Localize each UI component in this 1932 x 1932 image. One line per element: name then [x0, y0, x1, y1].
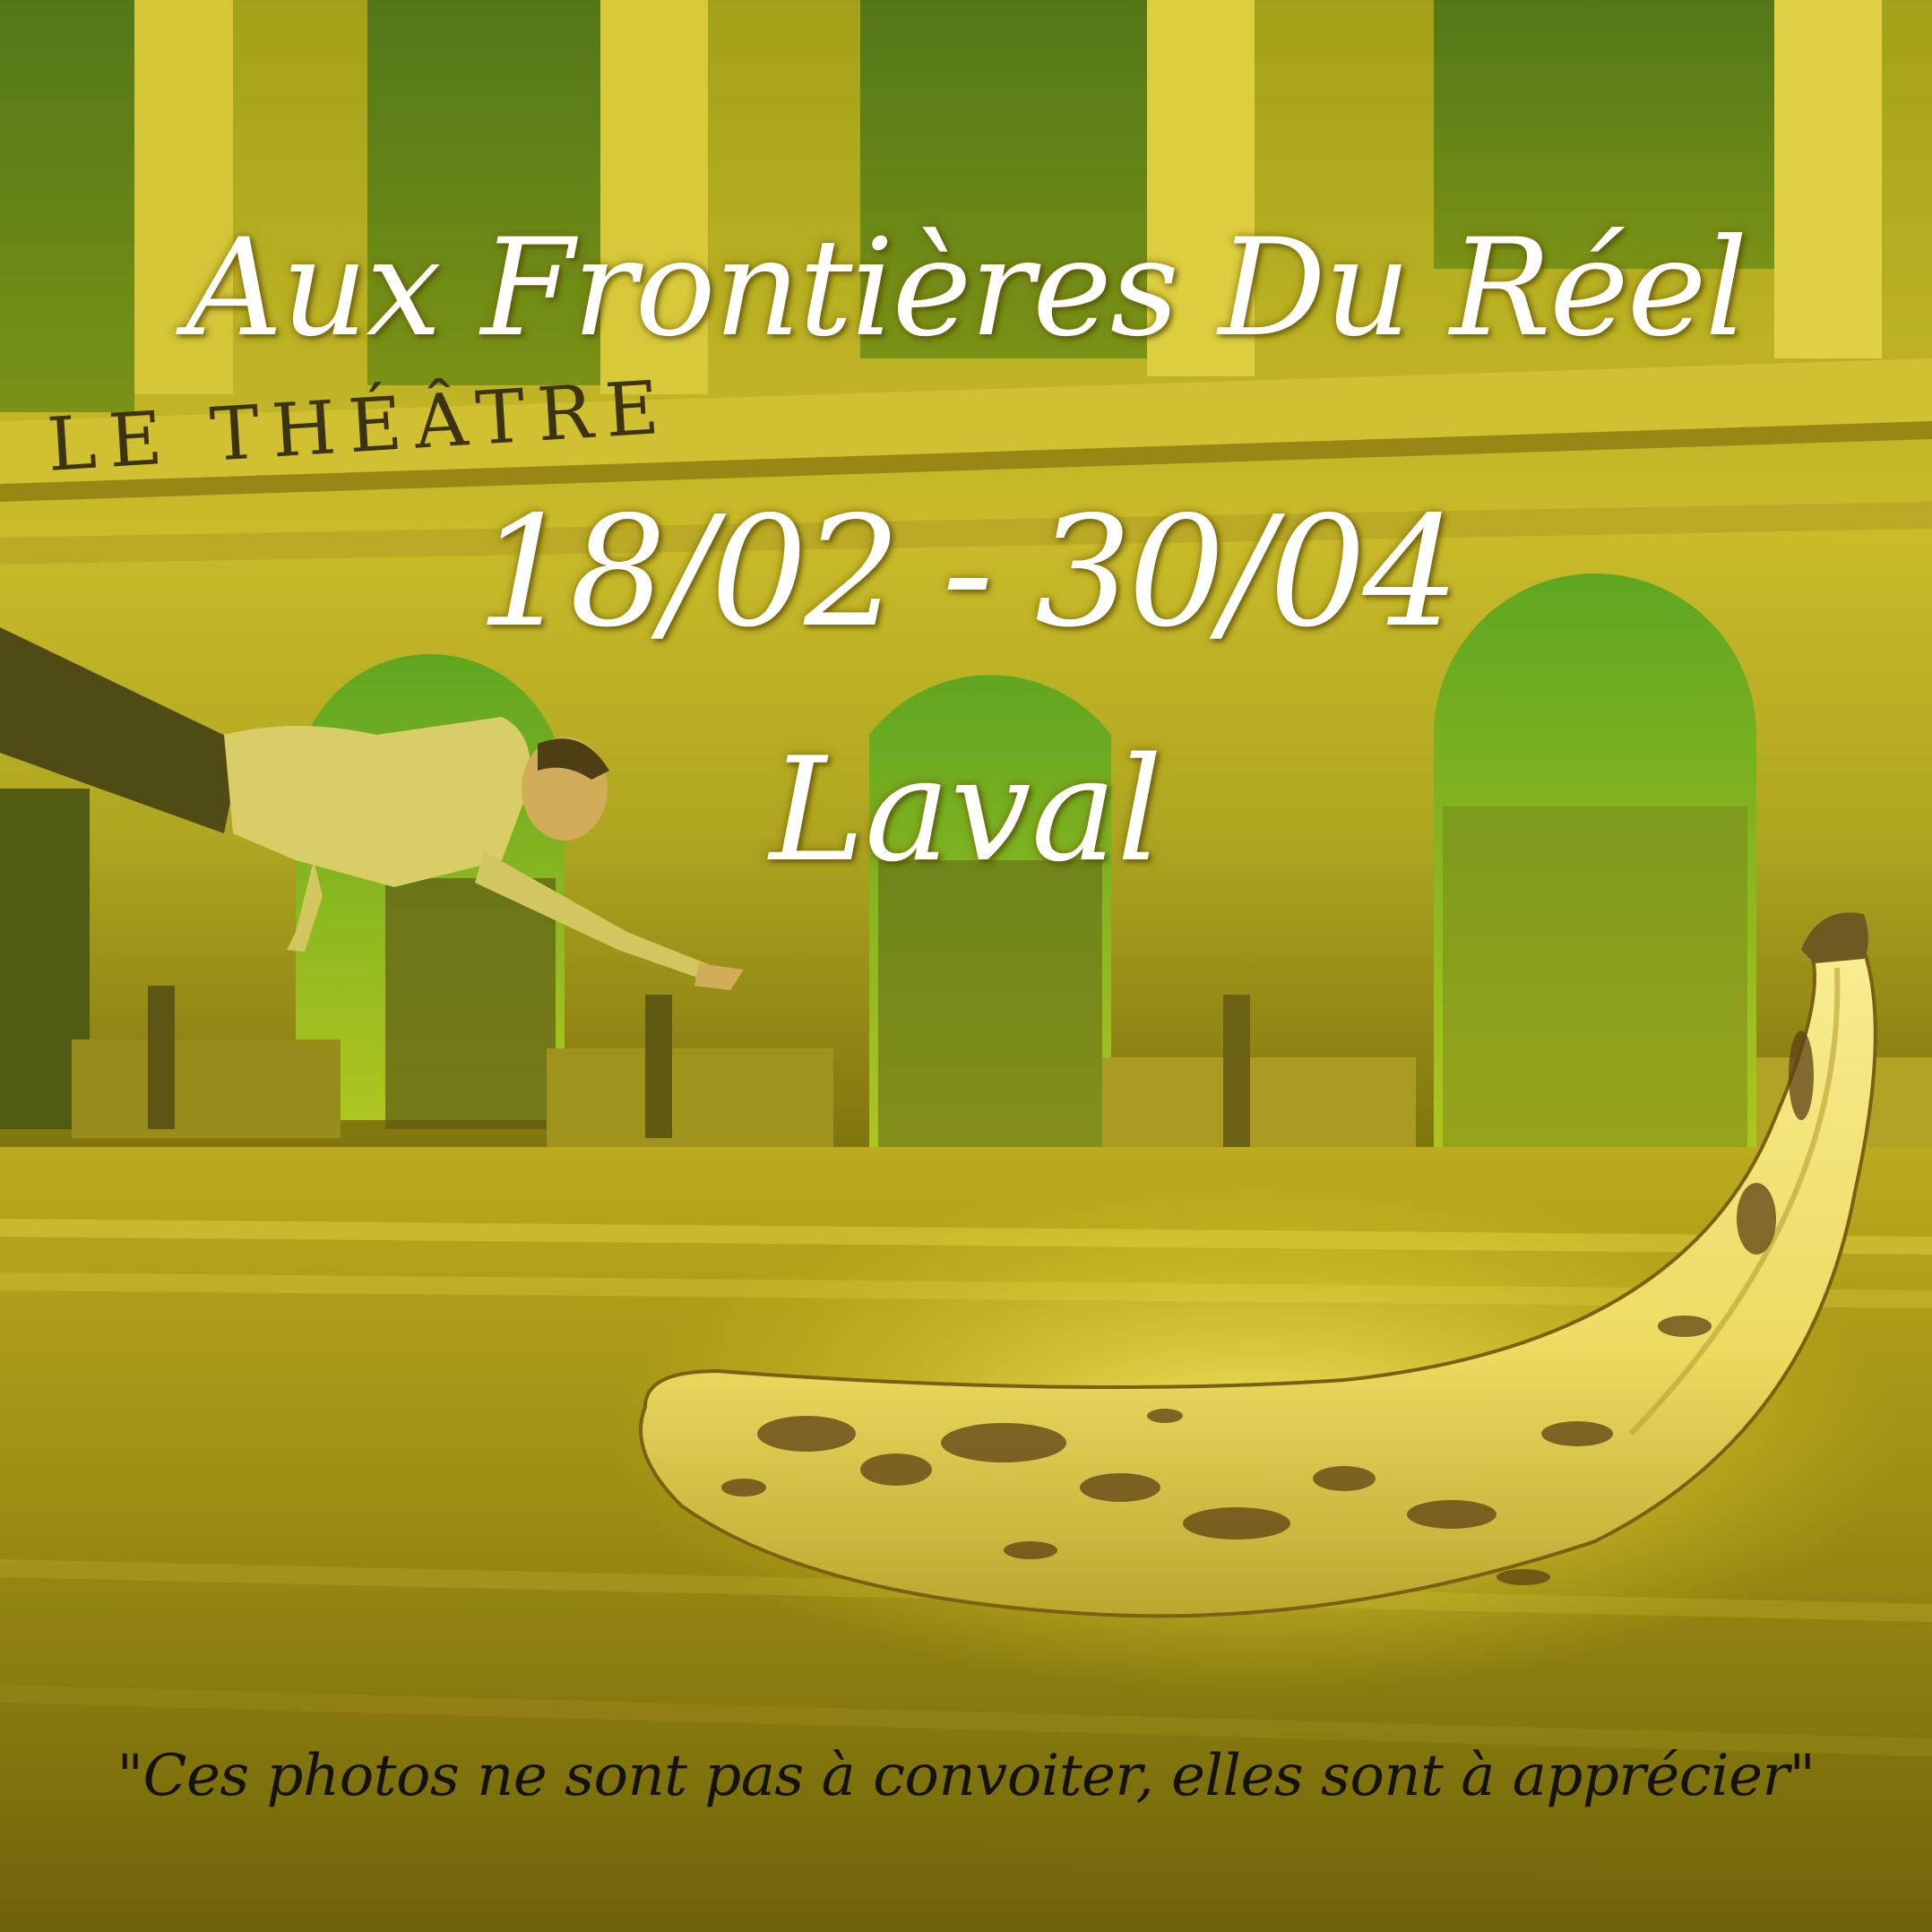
- poster-city: Laval: [769, 726, 1163, 893]
- poster-dates: 18/02 - 30/04: [476, 484, 1459, 661]
- poster-quote: "Ces photos ne sont pas à convoiter, ell…: [116, 1743, 1816, 1809]
- poster-title: Aux Frontières Du Réel: [185, 211, 1747, 367]
